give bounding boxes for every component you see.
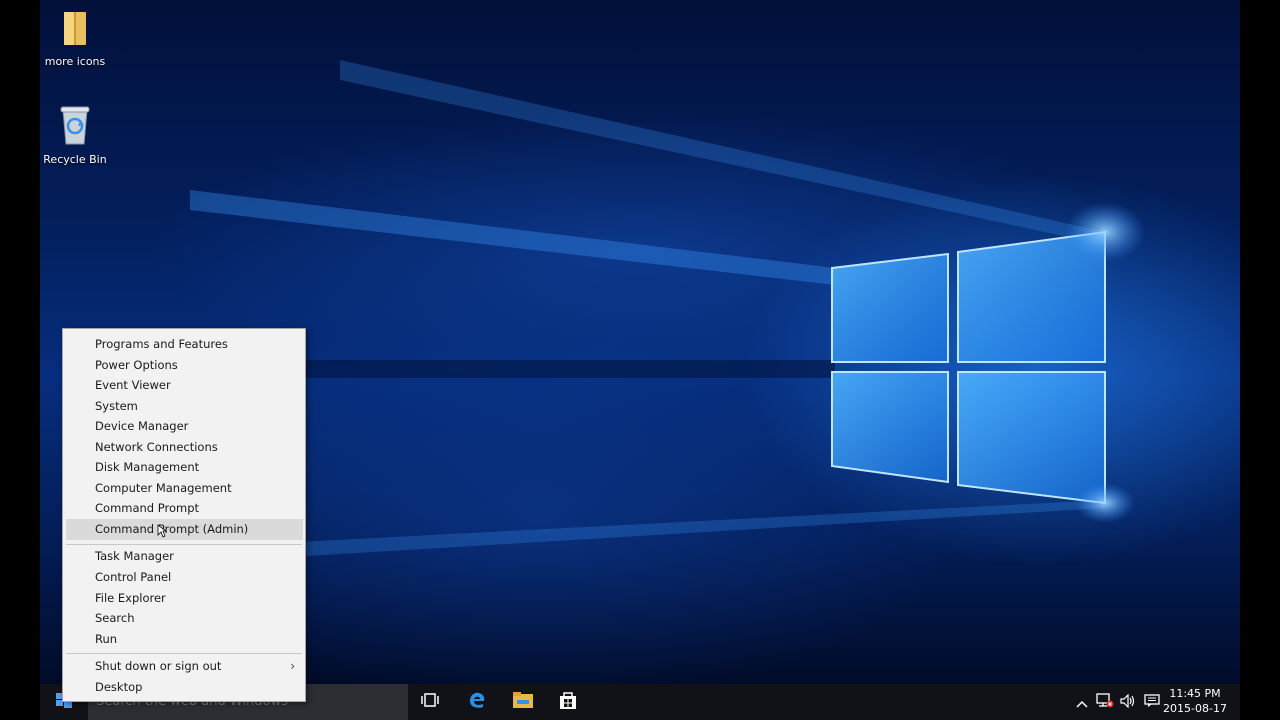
desktop-icon-more-icons[interactable]: more icons bbox=[40, 8, 110, 68]
menu-item-network-connections[interactable]: Network Connections bbox=[63, 437, 305, 458]
menu-item-programs-and-features[interactable]: Programs and Features bbox=[63, 334, 305, 355]
menu-item-task-manager[interactable]: Task Manager bbox=[63, 546, 305, 567]
menu-separator bbox=[66, 653, 302, 654]
chevron-right-icon: › bbox=[290, 659, 295, 673]
desktop-icon-recycle-bin[interactable]: Recycle Bin bbox=[40, 104, 110, 166]
menu-separator bbox=[66, 544, 302, 545]
menu-item-device-manager[interactable]: Device Manager bbox=[63, 416, 305, 437]
edge-icon bbox=[467, 690, 487, 714]
system-clock[interactable]: 11:45 PM 2015-08-17 bbox=[1160, 686, 1230, 716]
task-view-icon bbox=[420, 692, 440, 712]
menu-item-event-viewer[interactable]: Event Viewer bbox=[63, 375, 305, 396]
network-icon bbox=[1096, 692, 1114, 712]
menu-item-label: Shut down or sign out bbox=[95, 659, 222, 673]
file-explorer-icon bbox=[512, 691, 534, 713]
chevron-up-icon bbox=[1076, 693, 1088, 712]
menu-item-power-options[interactable]: Power Options bbox=[63, 355, 305, 376]
menu-item-command-prompt[interactable]: Command Prompt bbox=[63, 498, 305, 519]
store-icon bbox=[558, 690, 578, 714]
network-button[interactable] bbox=[1094, 684, 1116, 720]
menu-item-command-prompt-admin[interactable]: Command Prompt (Admin) bbox=[66, 519, 303, 540]
menu-item-desktop[interactable]: Desktop bbox=[63, 677, 305, 698]
edge-button[interactable] bbox=[455, 684, 499, 720]
menu-item-control-panel[interactable]: Control Panel bbox=[63, 567, 305, 588]
clock-date: 2015-08-17 bbox=[1163, 702, 1227, 715]
file-explorer-button[interactable] bbox=[501, 684, 545, 720]
show-hidden-icons-button[interactable] bbox=[1072, 684, 1092, 720]
action-center-icon bbox=[1144, 693, 1160, 712]
desktop-icon-label: Recycle Bin bbox=[43, 153, 107, 166]
task-view-button[interactable] bbox=[408, 684, 452, 720]
winx-context-menu: Programs and Features Power Options Even… bbox=[62, 328, 306, 702]
menu-item-run[interactable]: Run bbox=[63, 629, 305, 650]
desktop-icon-label: more icons bbox=[44, 55, 106, 68]
mouse-cursor-icon bbox=[157, 523, 168, 542]
recycle-bin-icon bbox=[40, 104, 110, 149]
menu-item-file-explorer[interactable]: File Explorer bbox=[63, 588, 305, 609]
menu-item-disk-management[interactable]: Disk Management bbox=[63, 457, 305, 478]
volume-icon bbox=[1120, 693, 1136, 712]
menu-item-search[interactable]: Search bbox=[63, 608, 305, 629]
volume-button[interactable] bbox=[1117, 684, 1139, 720]
menu-item-shut-down-or-sign-out[interactable]: Shut down or sign out › bbox=[63, 656, 305, 677]
clock-time: 11:45 PM bbox=[1169, 687, 1221, 700]
store-button[interactable] bbox=[546, 684, 590, 720]
folder-icon bbox=[40, 8, 110, 51]
menu-item-computer-management[interactable]: Computer Management bbox=[63, 478, 305, 499]
menu-item-system[interactable]: System bbox=[63, 396, 305, 417]
